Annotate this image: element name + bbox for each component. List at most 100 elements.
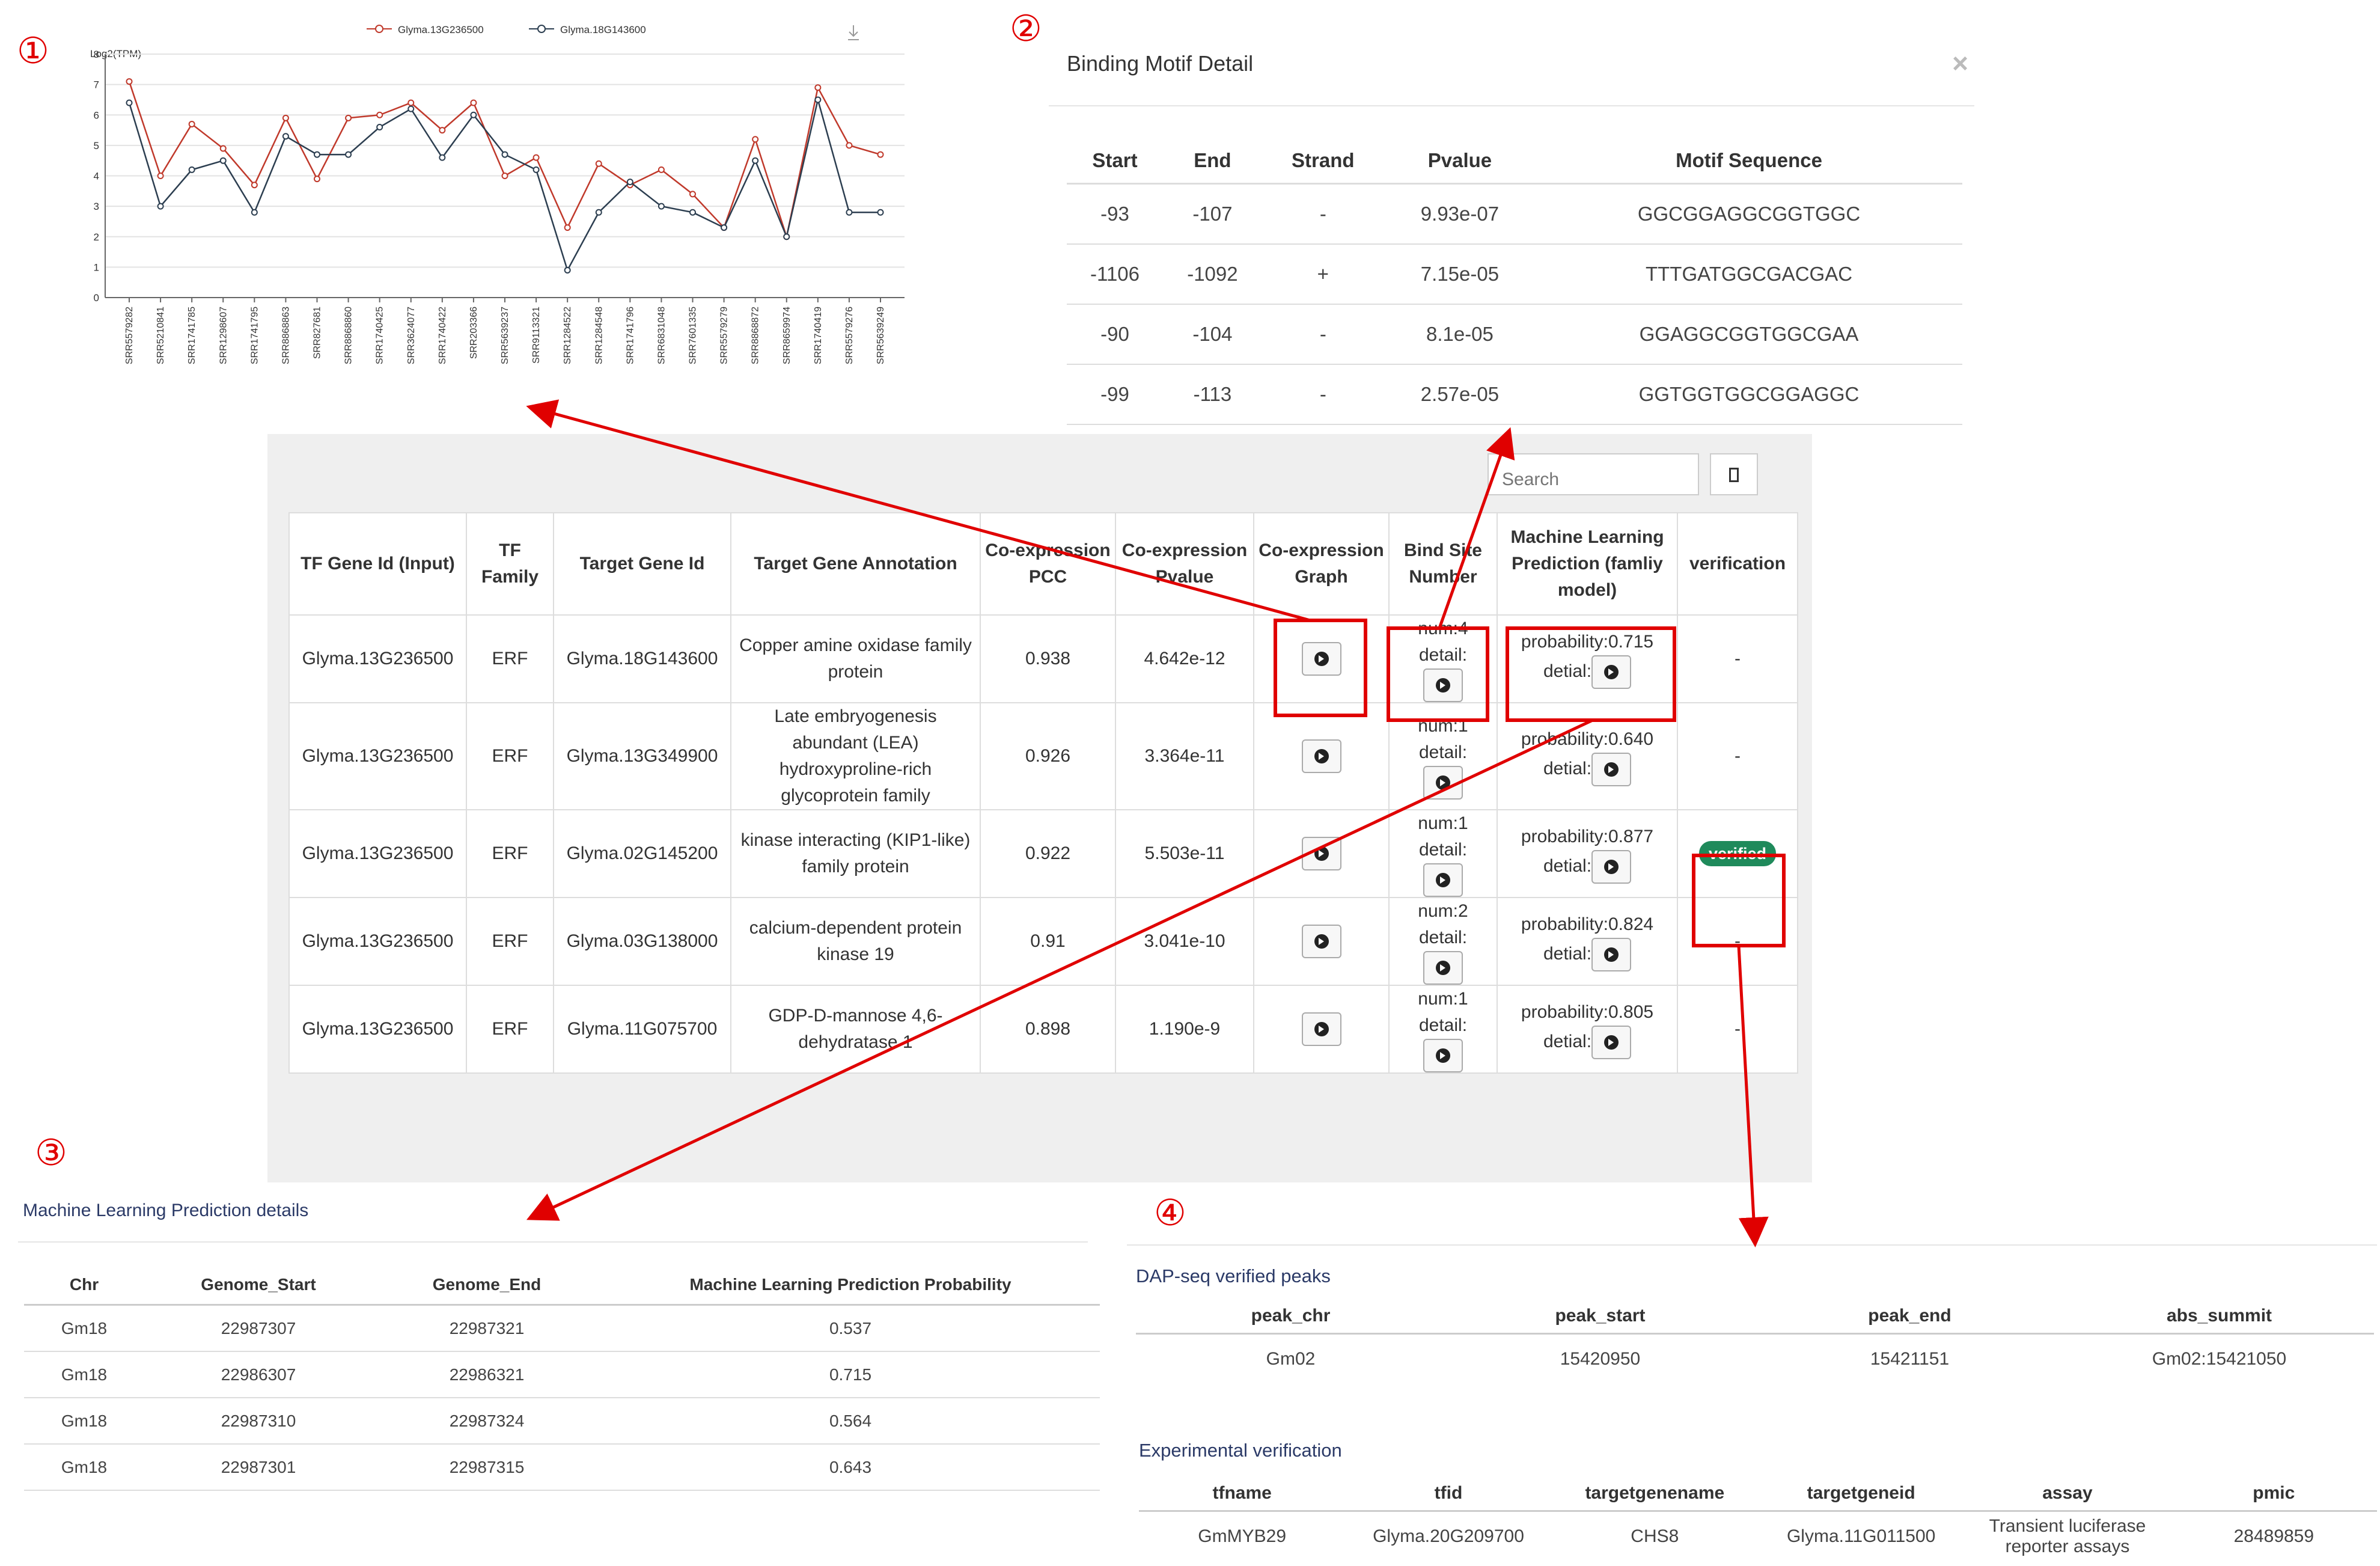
close-icon[interactable]: × bbox=[1952, 47, 1968, 79]
ml-detail-button[interactable] bbox=[1591, 1026, 1632, 1059]
bindsite-detail-button[interactable] bbox=[1423, 1039, 1463, 1072]
legend-swatch-marker bbox=[537, 25, 546, 33]
col-verification[interactable]: verification bbox=[1677, 512, 1798, 616]
table-cell: Gm18 bbox=[24, 1304, 144, 1352]
graph-cell bbox=[1253, 985, 1390, 1074]
col-ml-prediction[interactable]: Machine Learning Prediction (famliy mode… bbox=[1497, 512, 1678, 616]
ml-detail-button[interactable] bbox=[1591, 938, 1632, 971]
tf-gene-link[interactable]: Glyma.13G236500 bbox=[288, 897, 467, 986]
y-tick-label: 3 bbox=[94, 201, 99, 212]
col-motif-sequence[interactable]: Motif Sequence bbox=[1536, 138, 1962, 185]
col-tf-family[interactable]: TF Family bbox=[466, 512, 554, 616]
pcc-cell: 0.922 bbox=[980, 809, 1116, 898]
tf-gene-link[interactable]: Glyma.13G236500 bbox=[288, 809, 467, 898]
verified-badge[interactable]: verified bbox=[1698, 841, 1777, 866]
col-start[interactable]: Start bbox=[1067, 138, 1164, 185]
panel-marker-2: ② bbox=[1010, 8, 1042, 50]
bindsite-detail-button[interactable] bbox=[1423, 766, 1463, 800]
col-abs-summit: abs_summit bbox=[2064, 1298, 2374, 1335]
table-cell: 22987324 bbox=[373, 1398, 601, 1445]
ml-divider bbox=[18, 1241, 1088, 1243]
target-gene-link[interactable]: Glyma.13G349900 bbox=[553, 702, 731, 810]
col-end[interactable]: End bbox=[1163, 138, 1262, 185]
col-coexpression-pvalue[interactable]: Co-expression Pvalue bbox=[1115, 512, 1254, 616]
table-row: -90 -104-8.1e-05 GGAGGCGGTGGCGAA bbox=[1067, 304, 1962, 365]
x-tick-label: SRR9113321 bbox=[531, 307, 542, 364]
col-strand[interactable]: Strand bbox=[1262, 138, 1384, 185]
col-coexpression-pcc[interactable]: Co-expression PCC bbox=[980, 512, 1116, 616]
data-point bbox=[658, 166, 665, 173]
bindsite-detail-button[interactable] bbox=[1423, 668, 1463, 702]
tf-family-cell: ERF bbox=[466, 809, 554, 898]
detail-label: detail: bbox=[1418, 742, 1468, 762]
col-pvalue[interactable]: Pvalue bbox=[1384, 138, 1536, 185]
data-point bbox=[658, 203, 665, 210]
x-tick-label: SRR1740422 bbox=[438, 307, 448, 364]
chevron-right-circle-icon bbox=[1608, 1039, 1614, 1046]
target-gene-link[interactable]: Glyma.18G143600 bbox=[553, 614, 731, 703]
data-point bbox=[345, 151, 352, 158]
probability-label: probability: bbox=[1521, 632, 1608, 652]
x-tick-label: SRR5579282 bbox=[124, 307, 135, 364]
col-bind-site-number[interactable]: Bind Site Number bbox=[1388, 512, 1498, 616]
x-tick-label: SRR1284522 bbox=[563, 307, 573, 364]
column-toggle-button[interactable] bbox=[1710, 453, 1758, 495]
table-cell: 2.57e-05 bbox=[1384, 364, 1536, 425]
tf-family-cell: ERF bbox=[466, 897, 554, 986]
bindsite-cell: num:1 detail: bbox=[1388, 702, 1498, 810]
data-point bbox=[814, 84, 822, 91]
col-coexpression-graph[interactable]: Co-expression Graph bbox=[1253, 512, 1390, 616]
target-gene-link[interactable]: Glyma.02G145200 bbox=[553, 809, 731, 898]
ml-detail-button[interactable] bbox=[1591, 753, 1632, 786]
data-point bbox=[595, 160, 602, 167]
download-icon[interactable] bbox=[848, 25, 859, 40]
target-gene-link[interactable]: Glyma.03G138000 bbox=[553, 897, 731, 986]
table-cell: 0.564 bbox=[601, 1398, 1100, 1445]
ml-detail-button[interactable] bbox=[1591, 850, 1632, 884]
chevron-right-circle-icon bbox=[1318, 655, 1324, 662]
series-line bbox=[128, 99, 880, 272]
coexpression-graph-button[interactable] bbox=[1301, 1012, 1341, 1046]
detail-label: detail: bbox=[1418, 840, 1468, 860]
col-target-gene-id[interactable]: Target Gene Id bbox=[553, 512, 731, 616]
x-tick-label: SRR1740425 bbox=[375, 307, 385, 364]
table-row: Gm18 22987310 22987324 0.564 bbox=[24, 1398, 1100, 1445]
tf-gene-link[interactable]: Glyma.13G236500 bbox=[288, 702, 467, 810]
coexpression-graph-button[interactable] bbox=[1301, 642, 1341, 676]
modal-divider bbox=[1049, 105, 1974, 106]
table-cell: 22987310 bbox=[144, 1398, 373, 1445]
coexpression-graph-button[interactable] bbox=[1301, 739, 1341, 773]
y-tick-label: 8 bbox=[94, 49, 99, 60]
ml-detail-button[interactable] bbox=[1591, 655, 1632, 689]
verification-value: - bbox=[1735, 931, 1741, 951]
col-tf-gene-id[interactable]: TF Gene Id (Input) bbox=[288, 512, 467, 616]
data-point bbox=[752, 136, 759, 143]
y-tick-label: 5 bbox=[94, 140, 99, 151]
results-panel: TF Gene Id (Input) TF Family Target Gene… bbox=[267, 434, 1812, 1182]
coexpression-graph-button[interactable] bbox=[1301, 837, 1341, 870]
num-label: num: bbox=[1418, 989, 1458, 1009]
ml-cell: probability:0.824 detial: bbox=[1497, 897, 1678, 986]
line-chart-svg: Glyma.13G236500 Glyma.18G143600Log2(TPM)0… bbox=[90, 24, 905, 364]
tf-gene-link[interactable]: Glyma.13G236500 bbox=[288, 985, 467, 1074]
bindsite-detail-button[interactable] bbox=[1423, 863, 1463, 897]
chevron-right-circle-icon bbox=[1318, 753, 1324, 760]
data-point bbox=[251, 182, 258, 189]
target-gene-link[interactable]: Glyma.11G075700 bbox=[553, 985, 731, 1074]
data-point bbox=[783, 233, 790, 240]
probability-value: 0.805 bbox=[1608, 1002, 1654, 1022]
coexpression-graph-button[interactable] bbox=[1301, 925, 1341, 958]
tf-family-cell: ERF bbox=[466, 702, 554, 810]
search-input[interactable] bbox=[1488, 453, 1699, 495]
num-label: num: bbox=[1418, 716, 1458, 736]
x-tick-label: SRR8868872 bbox=[751, 307, 761, 364]
col-target-annotation[interactable]: Target Gene Annotation bbox=[730, 512, 981, 616]
bindsite-detail-button[interactable] bbox=[1423, 951, 1463, 985]
chevron-right-circle-icon bbox=[1440, 1052, 1445, 1059]
data-point bbox=[846, 209, 853, 216]
tf-gene-link[interactable]: Glyma.13G236500 bbox=[288, 614, 467, 703]
data-point bbox=[877, 151, 884, 158]
experimental-title: Experimental verification bbox=[1139, 1440, 1342, 1461]
detail-label: detail: bbox=[1418, 928, 1468, 947]
table-cell: Gm18 bbox=[24, 1444, 144, 1491]
